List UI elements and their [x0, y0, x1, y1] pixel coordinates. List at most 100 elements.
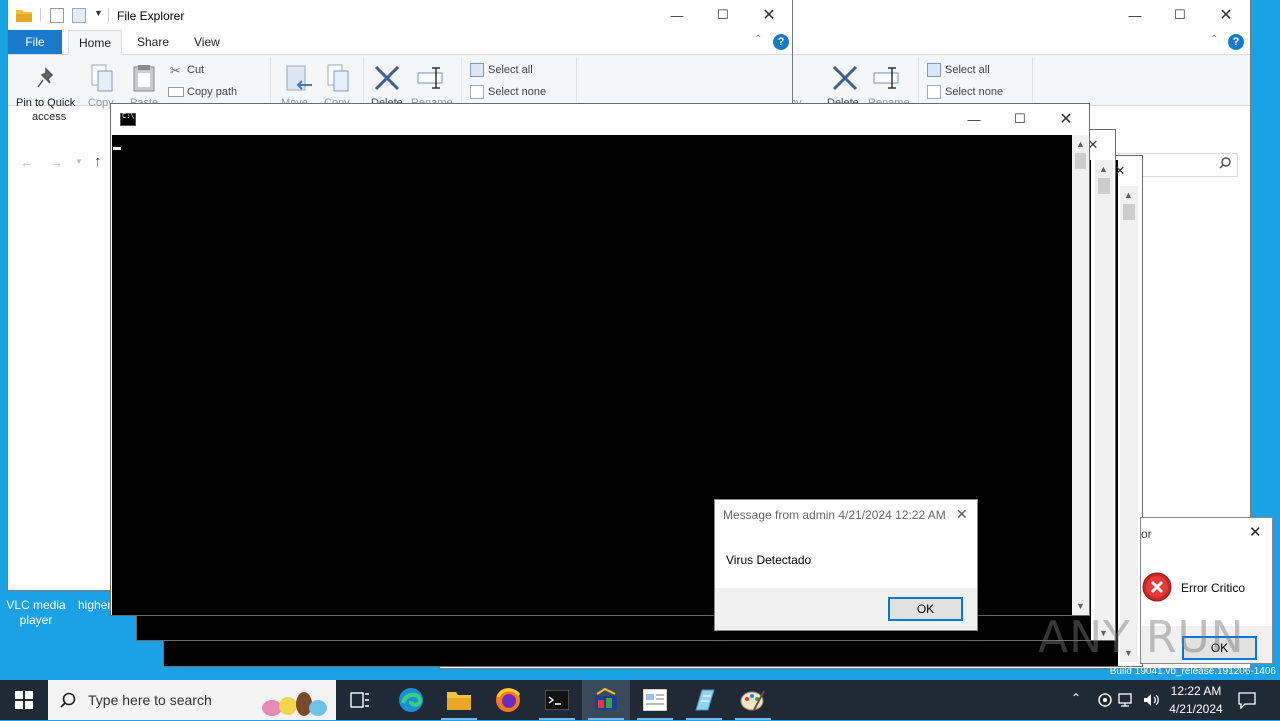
windows-logo-icon	[15, 691, 33, 709]
folder-icon	[447, 692, 471, 710]
copy-to-icon[interactable]	[326, 63, 352, 96]
minimize-button[interactable]: —	[1112, 0, 1158, 30]
notepad-taskbar-button[interactable]	[680, 680, 728, 720]
scroll-down-icon[interactable]: ▼	[1072, 601, 1089, 611]
minimize-button[interactable]: —	[951, 104, 997, 134]
new-folder-icon[interactable]	[72, 8, 86, 23]
select-none-button[interactable]: Select none	[945, 86, 1003, 98]
select-all-icon	[927, 63, 941, 77]
back-arrow-icon[interactable]: ←	[20, 154, 34, 170]
scroll-thumb[interactable]	[1123, 204, 1135, 220]
task-view-icon	[350, 692, 369, 708]
maximize-button[interactable]: ☐	[700, 0, 746, 30]
rename-icon[interactable]	[416, 65, 446, 94]
help-icon[interactable]: ?	[1228, 34, 1244, 50]
dialog-message: Error Critico	[1181, 581, 1246, 595]
chevron-down-icon[interactable]: ▼	[94, 8, 103, 18]
volume-icon[interactable]	[1142, 692, 1160, 711]
close-button[interactable]: ✕	[1203, 0, 1249, 30]
help-icon[interactable]: ?	[773, 34, 789, 50]
close-button[interactable]: ✕	[746, 0, 792, 30]
up-arrow-icon[interactable]: ↑	[94, 153, 102, 170]
select-none-icon	[470, 85, 484, 99]
cut-button[interactable]: Cut	[187, 64, 204, 76]
select-none-button[interactable]: Select none	[488, 86, 546, 98]
select-all-icon	[470, 63, 484, 77]
anyrun-tray-icon[interactable]	[1097, 692, 1113, 711]
copy-path-button[interactable]: Copy path	[187, 86, 237, 98]
dialog-title: Message from admin 4/21/2024 12:22 AM	[723, 508, 946, 522]
window-title: File Explorer	[117, 9, 185, 23]
recent-chevron-icon[interactable]: ▼	[75, 157, 83, 166]
divider	[461, 57, 462, 103]
select-all-button[interactable]: Select all	[945, 64, 990, 76]
tab-view[interactable]: View	[184, 30, 230, 54]
paint-taskbar-button[interactable]	[729, 680, 777, 720]
scroll-up-icon[interactable]: ▲	[1120, 190, 1137, 200]
clock-time[interactable]: 12:22 AM	[1170, 684, 1222, 698]
chevron-up-icon[interactable]: ⌃	[754, 34, 762, 45]
maximize-button[interactable]: ☐	[1157, 0, 1203, 30]
edge-taskbar-button[interactable]	[387, 680, 435, 720]
scrollbar[interactable]: ▲ ▼	[1072, 135, 1089, 615]
network-icon[interactable]	[1118, 692, 1136, 711]
properties-icon[interactable]	[50, 8, 64, 23]
cmd-icon	[545, 690, 569, 710]
scroll-thumb[interactable]	[1098, 178, 1110, 194]
copy-label[interactable]: Copy	[88, 97, 114, 109]
ok-button[interactable]: OK	[888, 597, 963, 621]
file-explorer-taskbar-button[interactable]	[435, 680, 483, 720]
forward-arrow-icon[interactable]: →	[49, 154, 63, 170]
task-view-button[interactable]	[336, 680, 384, 720]
clock-date[interactable]: 4/21/2024	[1166, 702, 1226, 716]
minimize-button[interactable]: —	[654, 0, 700, 30]
close-button[interactable]: ✕	[1249, 523, 1262, 541]
scrollbar[interactable]: ▲ ▼	[1095, 160, 1113, 640]
higher-icon-label[interactable]: higher	[78, 598, 111, 612]
copy-icon[interactable]	[90, 63, 114, 96]
title-bar: ▼ File Explorer — ☐ ✕	[8, 0, 792, 30]
tab-home[interactable]: Home	[68, 30, 123, 55]
text-cursor	[113, 147, 121, 150]
active-app-taskbar-button[interactable]	[582, 680, 630, 720]
scroll-thumb[interactable]	[1075, 153, 1086, 169]
chevron-up-icon[interactable]: ⌃	[1210, 34, 1218, 45]
tab-share[interactable]: Share	[127, 30, 179, 54]
ribbon: Pin to Quick access Copy Paste ✂ Cut Cop…	[8, 55, 792, 123]
app-window-taskbar-button[interactable]	[631, 680, 679, 720]
vlc-label-line1: VLC media	[6, 598, 66, 612]
taskbar-search-box[interactable]: Type here to search	[48, 680, 336, 720]
ribbon-tabs: File Home Share View ⌃ ?	[8, 30, 792, 55]
window-app-icon	[643, 689, 667, 711]
vlc-icon-label[interactable]: VLC media player	[0, 598, 72, 628]
close-button[interactable]: ✕	[956, 506, 968, 523]
pin-label-line2[interactable]: access	[32, 111, 66, 123]
delete-icon[interactable]	[372, 63, 402, 96]
pin-label-line1[interactable]: Pin to Quick	[16, 97, 75, 109]
scrollbar[interactable]: ▲ ▼	[1120, 186, 1138, 662]
firefox-icon	[496, 688, 521, 712]
select-all-button[interactable]: Select all	[488, 64, 533, 76]
firefox-taskbar-button[interactable]	[484, 680, 532, 720]
pin-icon[interactable]	[36, 67, 56, 92]
notification-icon[interactable]	[1238, 691, 1256, 712]
error-icon	[1142, 572, 1172, 605]
close-button[interactable]: ✕	[1043, 104, 1089, 134]
copy-path-icon[interactable]	[168, 87, 184, 97]
tab-file[interactable]: File	[8, 30, 62, 54]
cmd-taskbar-button[interactable]	[533, 680, 581, 720]
scroll-up-icon[interactable]: ▲	[1095, 164, 1112, 174]
divider	[270, 57, 271, 103]
scroll-up-icon[interactable]: ▲	[1072, 139, 1089, 149]
divider	[108, 8, 109, 22]
move-to-icon[interactable]	[284, 63, 314, 96]
paste-icon[interactable]	[132, 63, 156, 96]
maximize-button[interactable]: ☐	[997, 104, 1043, 134]
dialog-message: Virus Detectado	[726, 553, 812, 567]
tray-overflow-chevron-icon[interactable]: ⌃	[1071, 691, 1081, 705]
cut-icon[interactable]: ✂	[170, 63, 181, 79]
delete-icon[interactable]	[830, 63, 860, 93]
rename-icon[interactable]	[872, 65, 902, 91]
notepad-icon	[695, 689, 715, 711]
start-button[interactable]	[0, 680, 48, 720]
